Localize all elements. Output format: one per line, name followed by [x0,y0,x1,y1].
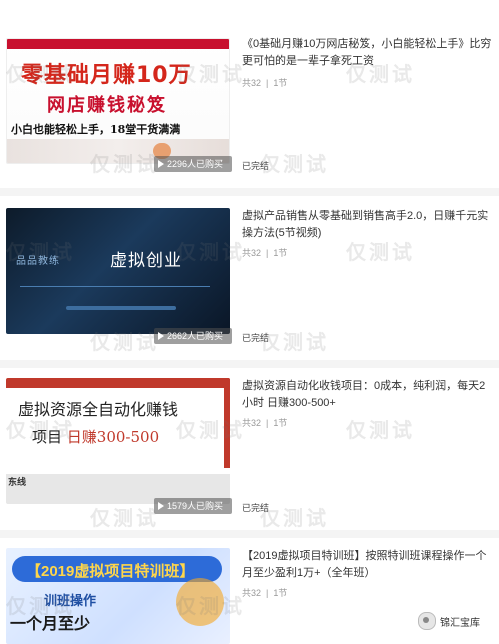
thumbnail-banner [6,378,230,388]
brand-icon [418,612,436,630]
course-title[interactable]: 《0基础月赚10万网店秘笈，小白能轻松上手》比穷更可怕的是一辈子拿死工资 [242,36,492,70]
course-item[interactable]: 零基础月赚10万 网店赚钱秘笈 小白也能轻松上手，18堂干货满满 2296人已购… [0,32,499,192]
row-divider [0,530,499,538]
buyers-count: 2662人已购买 [167,331,224,341]
course-status: 已完结 [242,503,270,513]
meta-separator: | [266,588,269,598]
play-icon [158,502,164,510]
buyers-count: 2296人已购买 [167,159,224,169]
thumbnail-tagline: 小白也能轻松上手，18堂干货满满 [11,123,181,136]
course-thumbnail[interactable]: 零基础月赚10万 网店赚钱秘笈 小白也能轻松上手，18堂干货满满 [6,38,230,164]
lesson-count: 共32 [242,78,262,88]
course-item[interactable]: 虚拟资源全自动化赚钱 项目 日赚300-500 东线 1579人已购买 虚拟资源… [0,370,499,530]
lesson-count: 共32 [242,588,262,598]
course-meta: 共32 | 1节 [242,76,287,89]
thumbnail-project: 项目 [32,428,63,446]
thumbnail-headline: 虚拟资源全自动化赚钱 [18,400,179,419]
play-icon [158,160,164,168]
thumbnail-headline: 【2019虚拟项目特训班】 [26,563,195,580]
brand-logo: 锦汇宝库 [418,612,480,630]
course-meta: 共32 | 1节 [242,246,287,259]
lesson-unit: 1节 [273,418,288,428]
course-title[interactable]: 虚拟产品销售从零基础到销售高手2.0，日赚千元实操方法(5节视频) [242,208,492,242]
lesson-unit: 1节 [273,588,288,598]
lesson-count: 共32 [242,418,262,428]
buyers-badge: 2662人已购买 [154,328,232,344]
meta-separator: | [266,418,269,428]
thumbnail-edge [224,378,230,468]
lesson-count: 共32 [242,248,262,258]
row-divider [0,360,499,368]
course-title[interactable]: 虚拟资源自动化收钱项目：0成本，纯利润，每天2小时 日赚300-500+ [242,378,492,412]
buyers-count: 1579人已购买 [167,501,224,511]
course-thumbnail[interactable]: 【2019虚拟项目特训班】 训班操作 一个月至少 [6,548,230,644]
brand-name: 锦汇宝库 [440,617,480,629]
buyers-badge: 2296人已购买 [154,156,232,172]
thumbnail-brand: 品品教练 [16,256,60,267]
thumbnail-earnings: 日赚300-500 [66,428,160,446]
thumbnail-line [20,286,210,287]
thumbnail-decoration [176,578,224,626]
course-thumbnail[interactable]: 虚拟资源全自动化赚钱 项目 日赚300-500 东线 [6,378,230,504]
thumbnail-footer-text: 东线 [8,477,27,487]
thumbnail-tagline: 一个月至少 [10,616,91,633]
course-thumbnail[interactable]: 品品教练 虚拟创业 [6,208,230,334]
course-meta: 共32 | 1节 [242,586,287,599]
lesson-unit: 1节 [273,78,288,88]
course-item[interactable]: 品品教练 虚拟创业 2662人已购买 虚拟产品销售从零基础到销售高手2.0，日赚… [0,200,499,360]
row-divider [0,188,499,196]
thumbnail-subheadline: 网店赚钱秘笈 [47,95,167,116]
course-meta: 共32 | 1节 [242,416,287,429]
course-status: 已完结 [242,333,270,343]
thumbnail-headline: 零基础月赚10万 [21,63,192,88]
course-status: 已完结 [242,161,270,171]
thumbnail-subheadline: 训班操作 [44,593,97,608]
thumbnail-banner [7,39,229,49]
lesson-unit: 1节 [273,248,288,258]
thumbnail-bar [66,306,176,310]
thumbnail-headline: 虚拟创业 [110,251,182,270]
meta-separator: | [266,78,269,88]
buyers-badge: 1579人已购买 [154,498,232,514]
thumbnail-subheadline: 项目 日赚300-500 [32,426,159,447]
course-title[interactable]: 【2019虚拟项目特训班】按照特训班课程操作一个月至少盈利1万+（全年班） [242,548,492,582]
play-icon [158,332,164,340]
meta-separator: | [266,248,269,258]
